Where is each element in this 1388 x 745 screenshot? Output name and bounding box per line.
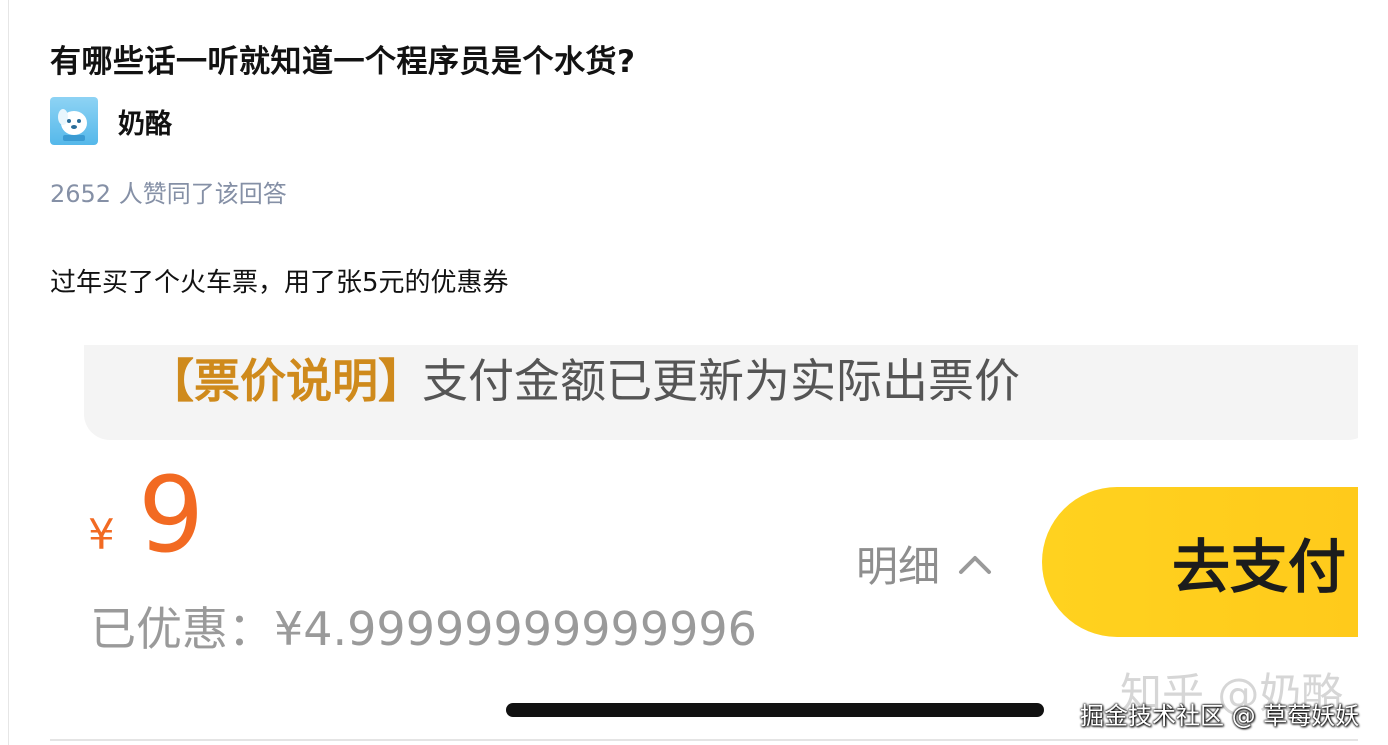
- price-amount: 9: [138, 454, 205, 576]
- fare-notice-text: 支付金额已更新为实际出票价: [422, 354, 1020, 408]
- home-indicator: [506, 703, 1044, 717]
- answer-page: 有哪些话一听就知道一个程序员是个水货? 奶酪 2652 人赞同了该回答 过年买了…: [0, 0, 1388, 745]
- chevron-up-icon: [959, 555, 992, 574]
- answer-body: 过年买了个火车票，用了张5元的优惠券: [50, 268, 509, 298]
- fare-notice-label: 【票价说明】: [148, 354, 424, 408]
- detail-label: 明细: [856, 542, 941, 591]
- currency-symbol: ¥: [88, 510, 115, 559]
- vote-count: 2652 人赞同了该回答: [50, 180, 287, 208]
- question-title[interactable]: 有哪些话一听就知道一个程序员是个水货?: [50, 36, 635, 81]
- author-row[interactable]: 奶酪: [50, 97, 172, 145]
- left-divider: [8, 0, 9, 745]
- dog-avatar-icon[interactable]: [50, 97, 98, 145]
- site-watermark: 掘金技术社区 @ 草莓妖妖: [1080, 702, 1360, 730]
- pay-label: 去支付: [1172, 533, 1347, 601]
- bottom-divider: [50, 739, 1358, 741]
- discount-amount: 已优惠：¥4.99999999999996: [90, 602, 757, 656]
- author-name[interactable]: 奶酪: [118, 102, 172, 141]
- pay-button: 去支付: [1042, 487, 1358, 637]
- detail-toggle: 明细: [856, 533, 992, 594]
- embedded-screenshot: 【票价说明】 支付金额已更新为实际出票价 ¥ 9 已优惠：¥4.99999999…: [50, 335, 1358, 727]
